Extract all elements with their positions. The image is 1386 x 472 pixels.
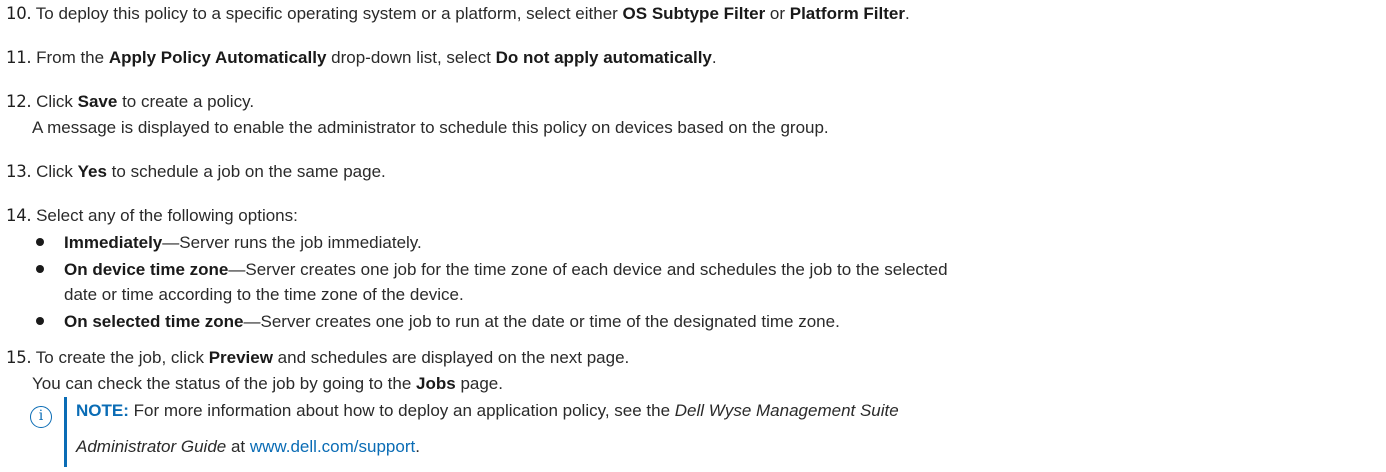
- info-icon: i: [30, 406, 52, 428]
- note-line: Administrator Guide at www.dell.com/supp…: [76, 437, 420, 457]
- step-text: You can check the status of the job by g…: [32, 374, 417, 393]
- step-10: 10. To deploy this policy to a specific …: [6, 4, 910, 24]
- step-number: 12.: [6, 92, 32, 111]
- step-text: drop-down list, select: [326, 48, 496, 67]
- option-term: On device time zone: [64, 260, 229, 279]
- note-text: For more information about how to deploy…: [128, 401, 675, 420]
- step-15: 15. To create the job, click Preview and…: [6, 348, 629, 368]
- step-text: to create a policy.: [117, 92, 255, 111]
- option-term: Immediately: [64, 233, 163, 252]
- ui-term-os-subtype-filter: OS Subtype Filter: [622, 4, 766, 23]
- step-number: 15.: [6, 348, 32, 367]
- option-text: —Server creates one job for the time zon…: [228, 260, 948, 279]
- step-text: To create the job, click: [35, 348, 209, 367]
- step-text: Click: [36, 92, 78, 111]
- option-term: On selected time zone: [64, 312, 244, 331]
- ui-term-preview: Preview: [208, 348, 273, 367]
- step-number: 13.: [6, 162, 32, 181]
- step-12: 12. Click Save to create a policy.: [6, 92, 254, 112]
- list-item: Immediately—Server runs the job immediat…: [36, 233, 422, 253]
- note-text: .: [415, 437, 420, 456]
- ui-term-do-not-apply-automatically: Do not apply automatically: [495, 48, 712, 67]
- bullet-icon: [36, 238, 44, 246]
- step-number: 11.: [6, 48, 32, 67]
- guide-title-continued: Administrator Guide: [76, 437, 227, 456]
- ui-term-jobs: Jobs: [416, 374, 456, 393]
- step-text: Click: [36, 162, 78, 181]
- step-12-result: A message is displayed to enable the adm…: [32, 118, 829, 137]
- step-number: 14.: [6, 206, 32, 225]
- step-text: or: [765, 4, 790, 23]
- note-accent-bar: [64, 397, 67, 467]
- support-link[interactable]: www.dell.com/support: [250, 437, 415, 456]
- guide-title: Dell Wyse Management Suite: [674, 401, 899, 420]
- option-text: —Server runs the job immediately.: [162, 233, 422, 252]
- step-text: page.: [455, 374, 503, 393]
- note-callout: i NOTE: For more information about how t…: [30, 397, 1370, 467]
- step-11: 11. From the Apply Policy Automatically …: [6, 48, 717, 68]
- step-text: .: [711, 48, 717, 67]
- step-text: and schedules are displayed on the next …: [272, 348, 630, 367]
- note-text: at: [226, 437, 250, 456]
- step-text: .: [905, 4, 910, 23]
- step-15-result: You can check the status of the job by g…: [32, 374, 503, 394]
- step-text: Select any of the following options:: [36, 206, 298, 225]
- ui-term-yes: Yes: [77, 162, 107, 181]
- step-text: To deploy this policy to a specific oper…: [35, 4, 623, 23]
- option-text: —Server creates one job to run at the da…: [243, 312, 840, 331]
- ui-term-platform-filter: Platform Filter: [789, 4, 905, 23]
- step-number: 10.: [6, 4, 32, 23]
- step-text: From the: [36, 48, 109, 67]
- option-text-continued: date or time according to the time zone …: [64, 285, 464, 304]
- ui-term-save: Save: [77, 92, 118, 111]
- step-text: to schedule a job on the same page.: [106, 162, 386, 181]
- ui-term-apply-policy-automatically: Apply Policy Automatically: [108, 48, 327, 67]
- note-label: NOTE:: [76, 401, 129, 420]
- bullet-icon: [36, 265, 44, 273]
- step-13: 13. Click Yes to schedule a job on the s…: [6, 162, 386, 182]
- bullet-icon: [36, 317, 44, 325]
- step-14: 14. Select any of the following options:: [6, 206, 298, 226]
- list-item: On selected time zone—Server creates one…: [36, 312, 840, 332]
- list-item: On device time zone—Server creates one j…: [36, 260, 948, 280]
- note-line: NOTE: For more information about how to …: [76, 401, 899, 421]
